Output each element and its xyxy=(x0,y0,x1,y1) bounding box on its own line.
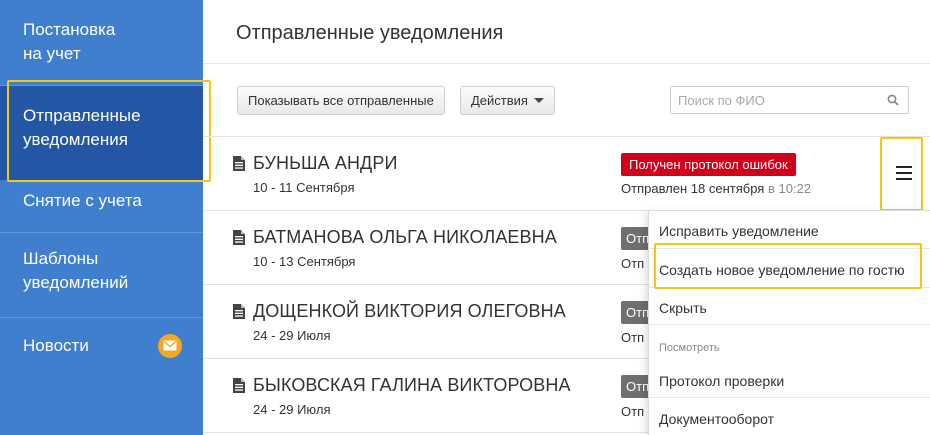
actions-label: Действия xyxy=(471,93,528,108)
show-all-sent-button[interactable]: Показывать все отправленные xyxy=(237,86,445,115)
guest-name[interactable]: БЫКОВСКАЯ ГАЛИНА ВИКТОРОВНА xyxy=(253,375,571,396)
menu-divider xyxy=(649,324,930,325)
envelope-icon xyxy=(163,340,177,351)
sidebar-item-sent-notifications[interactable]: Отправленные уведомления xyxy=(0,86,203,181)
sidebar-item-label: Снятие с учета xyxy=(23,191,142,210)
stay-dates: 24 - 29 Июля xyxy=(253,328,331,343)
page-title: Отправленные уведомления xyxy=(236,22,504,44)
show-all-sent-label: Показывать все отправленные xyxy=(248,93,434,108)
sidebar-item-label: Шаблоны уведомлений xyxy=(23,249,129,292)
guest-name[interactable]: БУНЬША АНДРИ xyxy=(253,153,398,174)
sidebar-item-templates[interactable]: Шаблоны уведомлений xyxy=(0,233,203,318)
sent-info: Отп xyxy=(621,256,645,271)
search-box xyxy=(670,86,909,114)
news-badge[interactable] xyxy=(158,334,182,358)
sidebar-item-label: Постановка на учет xyxy=(23,20,116,63)
menu-item-create-new-notification[interactable]: Создать новое уведомление по гостю xyxy=(659,262,905,278)
stay-dates: 24 - 29 Июля xyxy=(253,402,331,417)
menu-divider xyxy=(649,397,930,398)
actions-dropdown-button[interactable]: Действия xyxy=(460,86,555,115)
sidebar-item-registration[interactable]: Постановка на учет xyxy=(0,0,203,86)
stay-dates: 10 - 11 Сентября xyxy=(253,180,355,195)
guest-name[interactable]: ДОЩЕНКОЙ ВИКТОРИЯ ОЛЕГОВНА xyxy=(253,301,566,322)
stay-dates: 10 - 13 Сентября xyxy=(253,254,356,269)
menu-section-heading: Посмотреть xyxy=(659,342,720,354)
document-icon xyxy=(233,156,245,171)
menu-item-hide[interactable]: Скрыть xyxy=(659,300,707,316)
sidebar-item-deregistration[interactable]: Снятие с учета xyxy=(0,181,203,233)
menu-divider xyxy=(649,287,930,288)
guest-name[interactable]: БАТМАНОВА ОЛЬГА НИКОЛАЕВНА xyxy=(253,227,557,248)
status-badge-error: Получен протокол ошибок xyxy=(621,153,796,176)
search-input[interactable] xyxy=(671,87,881,113)
document-icon xyxy=(233,230,245,245)
sidebar: Постановка на учет Отправленные уведомле… xyxy=(0,0,203,435)
search-icon[interactable] xyxy=(887,94,899,106)
menu-item-check-protocol[interactable]: Протокол проверки xyxy=(659,373,784,389)
menu-divider xyxy=(649,248,930,249)
hamburger-menu-icon[interactable] xyxy=(896,166,914,182)
caret-down-icon xyxy=(533,98,544,104)
header-divider xyxy=(203,63,930,64)
row-context-menu: Исправить уведомление Создать новое увед… xyxy=(648,210,930,435)
sent-info: Отп xyxy=(621,330,645,345)
sent-time: в 10:22 xyxy=(767,181,812,196)
sidebar-item-label: Отправленные уведомления xyxy=(23,106,141,149)
notification-row[interactable]: БУНЬША АНДРИ 10 - 11 Сентября xyxy=(203,137,930,211)
document-icon xyxy=(233,304,245,319)
document-icon xyxy=(233,378,245,393)
sent-info: Отп xyxy=(621,404,645,419)
menu-item-document-flow[interactable]: Документооборот xyxy=(659,411,774,427)
menu-item-edit-notification[interactable]: Исправить уведомление xyxy=(659,223,819,239)
sent-date: Отправлен 18 сентября xyxy=(621,181,765,196)
sent-info: Отправлен 18 сентября в 10:22 xyxy=(621,181,811,196)
